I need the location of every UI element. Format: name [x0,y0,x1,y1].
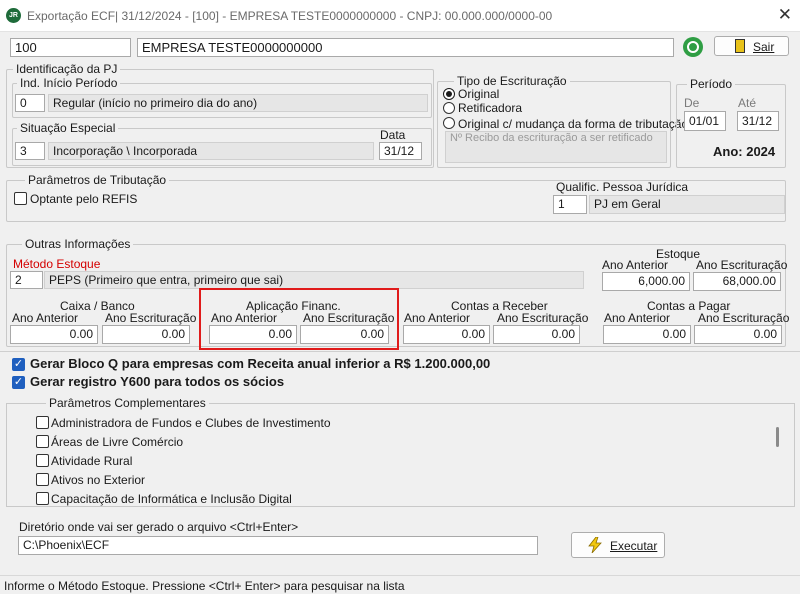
radio-retificadora[interactable] [443,102,455,114]
metodo-estoque-code[interactable]: 2 [10,271,43,289]
bloco-q-label: Gerar Bloco Q para empresas com Receita … [30,356,491,371]
pagar-ano-escrituracao-field[interactable]: 0.00 [694,325,782,344]
complementar-checkbox[interactable] [36,473,49,486]
status-text: Informe o Método Estoque. Pressione <Ctr… [4,579,405,593]
radio-mudanca-forma-label: Original c/ mudança da forma de tributaç… [458,117,689,131]
periodo-de-label: De [684,96,700,110]
y600-checkbox[interactable]: ✓ [12,376,25,389]
diretorio-label: Diretório onde vai ser gerado o arquivo … [19,520,299,534]
estoque-ano-anterior-label: Ano Anterior [602,258,669,272]
complementares-scrollbar[interactable] [776,427,779,447]
diretorio-field[interactable]: C:\Phoenix\ECF [18,536,538,555]
metodo-estoque-desc: PEPS (Primeiro que entra, primeiro que s… [44,271,584,289]
outras-title: Outras Informações [22,237,134,251]
aplicacao-highlight-box [199,288,399,350]
situacao-especial-title: Situação Especial [17,121,119,135]
radio-mudanca-forma[interactable] [443,117,455,129]
complementar-label: Áreas de Livre Comércio [51,435,184,449]
receber-ano-anterior-label: Ano Anterior [404,311,471,325]
close-icon[interactable]: ✕ [778,5,792,25]
situacao-desc: Incorporação \ Incorporada [48,142,374,160]
executar-button[interactable]: Executar [571,532,665,558]
estoque-ano-anterior-field[interactable]: 6,000.00 [602,272,690,291]
complementar-label: Capacitação de Informática e Inclusão Di… [51,492,292,506]
title-bar: JR Exportação ECF| 31/12/2024 - [100] - … [0,0,800,32]
executar-label: Executar [610,539,658,553]
identificacao-title: Identificação da PJ [13,62,121,76]
receber-ano-escrituracao-label: Ano Escrituração [497,311,589,325]
caixa-ano-anterior-field[interactable]: 0.00 [10,325,98,344]
complementar-label: Administradora de Fundos e Clubes de Inv… [51,416,331,430]
pagar-ano-anterior-field[interactable]: 0.00 [603,325,691,344]
qualific-desc-field: PJ em Geral [589,195,785,214]
refis-label: Optante pelo REFIS [30,192,138,206]
receber-ano-escrituracao-field[interactable]: 0.00 [493,325,580,344]
pagar-ano-anterior-label: Ano Anterior [604,311,671,325]
recibo-field[interactable]: Nº Recibo da escrituração a ser retifica… [445,131,667,163]
company-code-field[interactable]: 100 [10,38,131,57]
lightning-icon [588,537,602,553]
periodo-ate-label: Até [738,96,757,110]
status-bar: Informe o Método Estoque. Pressione <Ctr… [0,575,800,594]
complementares-title: Parâmetros Complementares [46,396,209,410]
caixa-ano-escrituracao-field[interactable]: 0.00 [102,325,190,344]
inicio-periodo-title: Ind. Início Período [17,76,121,90]
caixa-ano-escrituracao-label: Ano Escrituração [105,311,197,325]
situacao-data-field[interactable]: 31/12 [379,142,422,160]
complementar-checkbox[interactable] [36,416,49,429]
complementar-checkbox[interactable] [36,454,49,467]
qualific-code-field[interactable]: 1 [553,195,587,214]
radio-retificadora-label: Retificadora [458,101,523,115]
periodo-ate-field[interactable]: 31/12 [737,111,779,131]
tributacao-title: Parâmetros de Tributação [25,173,170,187]
y600-label: Gerar registro Y600 para todos os sócios [30,374,285,389]
caixa-ano-anterior-label: Ano Anterior [12,311,79,325]
periodo-ano-label: Ano: 2024 [713,144,776,159]
complementar-checkbox[interactable] [36,492,49,505]
radio-original[interactable] [443,88,455,100]
exit-button[interactable]: Sair [714,36,789,56]
refresh-icon[interactable] [683,37,703,57]
periodo-title: Período [687,77,736,91]
estoque-ano-escrituracao-field[interactable]: 68,000.00 [693,272,781,291]
periodo-de-field[interactable]: 01/01 [684,111,726,131]
situacao-code[interactable]: 3 [15,142,45,160]
app-logo-icon: JR [6,8,21,23]
receber-ano-anterior-field[interactable]: 0.00 [403,325,490,344]
pagar-ano-escrituracao-label: Ano Escrituração [698,311,790,325]
qualific-label: Qualific. Pessoa Jurídica [556,180,689,194]
refis-checkbox[interactable] [14,192,27,205]
inicio-periodo-desc: Regular (início no primeiro dia do ano) [48,94,428,112]
complementar-label: Ativos no Exterior [51,473,146,487]
bloco-q-checkbox[interactable]: ✓ [12,358,25,371]
metodo-estoque-label: Método Estoque [13,257,101,271]
complementar-checkbox[interactable] [36,435,49,448]
company-name-field[interactable]: EMPRESA TESTE0000000000 [137,38,674,57]
section-divider [0,351,800,352]
window-title: Exportação ECF| 31/12/2024 - [100] - EMP… [27,9,553,23]
tipo-escrituracao-title: Tipo de Escrituração [454,74,570,88]
inicio-periodo-code[interactable]: 0 [15,94,45,112]
radio-original-label: Original [458,87,500,101]
exit-door-icon [735,39,745,53]
estoque-ano-escrituracao-label: Ano Escrituração [696,258,788,272]
exit-button-label: Sair [753,40,775,54]
complementar-label: Atividade Rural [51,454,133,468]
situacao-data-label: Data [380,128,406,142]
